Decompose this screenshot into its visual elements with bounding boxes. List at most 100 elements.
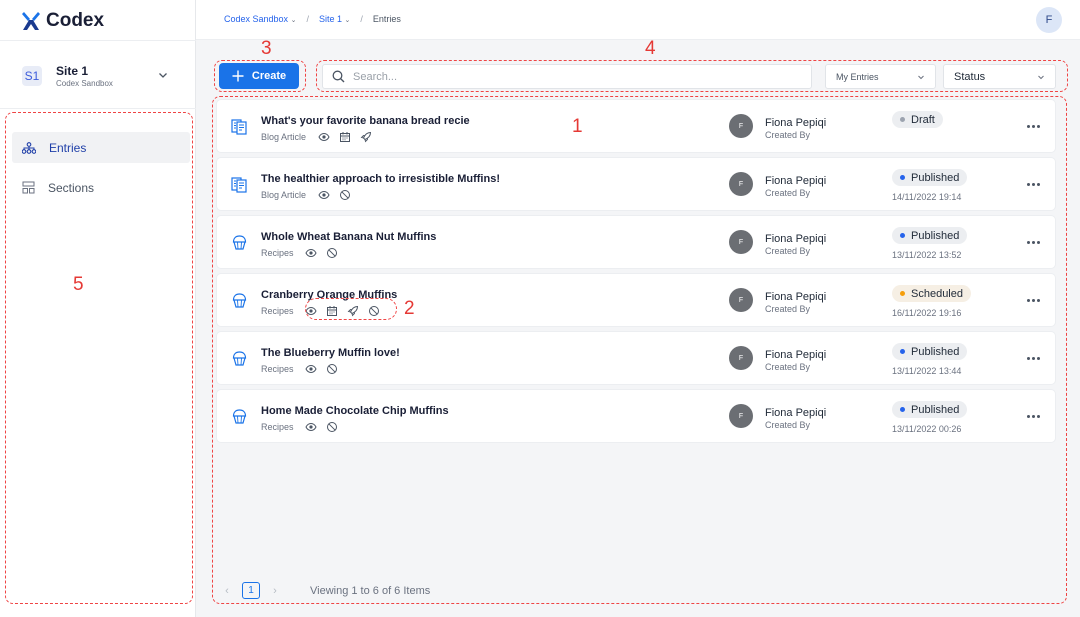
entry-type: Recipes: [261, 421, 294, 432]
entry-row[interactable]: Whole Wheat Banana Nut Muffins Recipes F…: [217, 216, 1055, 268]
eye-icon[interactable]: [304, 303, 319, 318]
entries-list: What's your favorite banana bread recie …: [215, 98, 1060, 603]
entry-title[interactable]: What's your favorite banana bread recie: [261, 115, 470, 127]
status-dot: [900, 291, 905, 296]
calendar-icon[interactable]: [337, 129, 352, 144]
entry-title[interactable]: Cranberry Orange Muffins: [261, 289, 397, 301]
author-role: Created By: [765, 130, 811, 140]
author-role: Created By: [765, 362, 811, 372]
entry-row[interactable]: Home Made Chocolate Chip Muffins Recipes…: [217, 390, 1055, 442]
rocket-icon[interactable]: [346, 303, 361, 318]
pagination: ‹ 1 › Viewing 1 to 6 of 6 Items: [222, 582, 430, 599]
author-name: Fiona Pepiqi: [765, 117, 827, 129]
sidebar-item-sections[interactable]: Sections: [12, 172, 190, 203]
page-number[interactable]: 1: [242, 582, 260, 599]
breadcrumb-org[interactable]: Codex Sandbox ⌄: [224, 14, 296, 24]
more-options-icon[interactable]: [1023, 178, 1043, 190]
article-icon: [231, 118, 248, 140]
entry-type: Blog Article: [261, 131, 307, 142]
my-entries-filter[interactable]: My Entries: [825, 64, 936, 89]
author-role: Created By: [765, 246, 811, 256]
more-options-icon[interactable]: [1023, 120, 1043, 132]
entry-title[interactable]: The healthier approach to irresistible M…: [261, 173, 500, 185]
chevron-down-icon: ⌄: [344, 17, 351, 24]
sidebar: Codex S1 Site 1 Codex Sandbox Entries Se…: [0, 0, 196, 617]
entry-row[interactable]: What's your favorite banana bread recie …: [217, 100, 1055, 152]
status-badge: Scheduled: [892, 285, 971, 302]
entry-meta: Recipes: [261, 361, 340, 376]
sidebar-item-entries[interactable]: Entries: [12, 132, 190, 163]
status-label: Published: [911, 403, 960, 416]
author-avatar: F: [729, 346, 753, 370]
status-label: Published: [911, 345, 960, 358]
ban-icon[interactable]: [325, 245, 340, 260]
status-badge: Published: [892, 343, 968, 360]
layout-icon: [22, 181, 35, 194]
app-name: Codex: [46, 10, 105, 31]
author-role: Created By: [765, 304, 811, 314]
create-button[interactable]: Create: [219, 63, 299, 89]
chevron-down-icon: [918, 75, 924, 79]
more-options-icon[interactable]: [1023, 410, 1043, 422]
more-options-icon[interactable]: [1023, 236, 1043, 248]
entry-meta: Recipes: [261, 419, 340, 434]
entry-meta: Recipes: [261, 245, 340, 260]
entry-title[interactable]: Whole Wheat Banana Nut Muffins: [261, 231, 436, 243]
site-switcher[interactable]: S1 Site 1 Codex Sandbox: [22, 62, 172, 90]
entry-date: 14/11/2022 19:14: [892, 192, 962, 202]
prev-page-icon[interactable]: ‹: [222, 585, 232, 597]
entry-date: 16/11/2022 19:16: [892, 308, 962, 318]
author-role: Created By: [765, 420, 811, 430]
cupcake-icon: [231, 350, 248, 372]
entry-title[interactable]: The Blueberry Muffin love!: [261, 347, 400, 359]
ban-icon[interactable]: [325, 419, 340, 434]
entry-row[interactable]: The healthier approach to irresistible M…: [217, 158, 1055, 210]
cupcake-icon: [231, 234, 248, 256]
author-name: Fiona Pepiqi: [765, 233, 827, 245]
site-name: Site 1: [56, 64, 89, 78]
codex-logo-icon: [22, 12, 40, 30]
my-entries-filter-label: My Entries: [836, 71, 879, 82]
article-icon: [231, 176, 248, 198]
chevron-down-icon: ⌄: [290, 17, 297, 24]
entry-meta: Recipes: [261, 303, 382, 318]
author-name: Fiona Pepiqi: [765, 407, 827, 419]
ban-icon[interactable]: [337, 187, 352, 202]
entry-meta: Blog Article: [261, 129, 373, 144]
next-page-icon[interactable]: ›: [270, 585, 280, 597]
breadcrumb-separator: /: [306, 14, 309, 24]
breadcrumb: Codex Sandbox ⌄ / Site 1 ⌄ / Entries: [224, 14, 401, 24]
entry-type: Recipes: [261, 305, 294, 316]
breadcrumb-site[interactable]: Site 1 ⌄: [319, 14, 350, 24]
search-input[interactable]: [353, 70, 793, 83]
codex-logo[interactable]: Codex: [22, 10, 104, 32]
eye-icon[interactable]: [304, 419, 319, 434]
eye-icon[interactable]: [304, 245, 319, 260]
ban-icon[interactable]: [325, 361, 340, 376]
author-avatar: F: [729, 114, 753, 138]
pagination-summary: Viewing 1 to 6 of 6 Items: [310, 584, 431, 597]
eye-icon[interactable]: [316, 129, 331, 144]
eye-icon[interactable]: [304, 361, 319, 376]
ban-icon[interactable]: [367, 303, 382, 318]
entry-date: 13/11/2022 13:44: [892, 366, 962, 376]
chevron-down-icon: [1038, 75, 1044, 79]
entry-title[interactable]: Home Made Chocolate Chip Muffins: [261, 405, 449, 417]
more-options-icon[interactable]: [1023, 294, 1043, 306]
status-filter[interactable]: Status: [943, 64, 1056, 89]
eye-icon[interactable]: [316, 187, 331, 202]
user-avatar[interactable]: F: [1036, 7, 1062, 33]
calendar-icon[interactable]: [325, 303, 340, 318]
entry-date: 13/11/2022 13:52: [892, 250, 962, 260]
author-avatar: F: [729, 404, 753, 428]
status-label: Published: [911, 171, 960, 184]
entry-type: Blog Article: [261, 189, 307, 200]
entry-row[interactable]: The Blueberry Muffin love! Recipes F Fio…: [217, 332, 1055, 384]
entry-row[interactable]: Cranberry Orange Muffins Recipes F Fiona…: [217, 274, 1055, 326]
breadcrumb-separator: /: [360, 14, 363, 24]
rocket-icon[interactable]: [358, 129, 373, 144]
annotation-number: 3: [261, 38, 272, 59]
site-org: Codex Sandbox: [56, 79, 113, 88]
top-header: Codex Sandbox ⌄ / Site 1 ⌄ / Entries F: [196, 0, 1080, 40]
more-options-icon[interactable]: [1023, 352, 1043, 364]
